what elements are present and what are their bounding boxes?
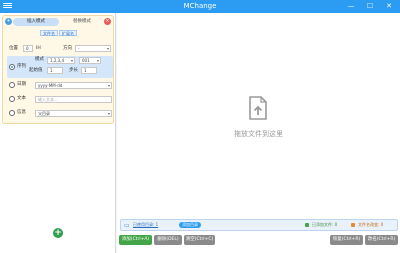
changed-files: 文件名改变: 0 (358, 222, 384, 227)
chevron-down-icon: ▾ (107, 83, 110, 88)
text-label: 文本 (17, 96, 26, 101)
chevron-down-icon: ▾ (70, 58, 73, 63)
direction-label: 方向 (63, 46, 72, 51)
close-icon[interactable]: × (104, 18, 111, 25)
add-folder-button[interactable]: 添加目录 (179, 222, 201, 228)
date-radio[interactable] (9, 82, 15, 88)
add-button[interactable]: 添加(Ctrl+A) (119, 235, 152, 245)
maximize-button[interactable]: ☐ (363, 1, 377, 12)
file-upload-icon (249, 96, 267, 120)
delete-button[interactable]: 删除(DEL) (154, 235, 182, 245)
added-files-icon (305, 223, 309, 227)
sequence-format-value: 001 (82, 58, 90, 63)
option-text[interactable]: 文本 输入文本... (7, 94, 113, 105)
add-icon[interactable]: + (5, 18, 12, 25)
minimize-button[interactable]: — (344, 1, 358, 12)
restore-button[interactable]: 恢复(Ctrl+R) (330, 235, 363, 245)
sequence-mode-label: 模式 (35, 57, 44, 62)
bottom-toolbar: 添加(Ctrl+A) 删除(DEL) 清空(Ctrl+C) 恢复(Ctrl+R)… (117, 235, 400, 247)
added-files: 已添加文件: 0 (312, 222, 338, 227)
mode-tabs: 插入模式 替换模式 (13, 18, 105, 26)
sequence-mode-value: 1,2,3,4 (50, 58, 64, 63)
direction-value: - (78, 46, 80, 51)
rename-button[interactable]: 改名(Ctrl+R) (365, 235, 398, 245)
sequence-radio[interactable] (9, 64, 15, 70)
option-sequence[interactable]: 序列 模式 1,2,3,4 ▾ 001 ▾ 起始值 1 步长 1 (7, 56, 113, 78)
position-field[interactable]: 0 (23, 45, 33, 52)
folder-icon: ▭ (124, 222, 130, 229)
drop-hint: 拖放文件到这里 (234, 130, 283, 138)
info-label: 信息 (17, 110, 26, 115)
filename-button[interactable]: 文件名 (40, 30, 58, 36)
sidebar: + × 插入模式 替换模式 文件名 扩展名 位置 0 IH 方向 - ▾ 序列 … (0, 13, 116, 253)
rule-panel: + × 插入模式 替换模式 文件名 扩展名 位置 0 IH 方向 - ▾ 序列 … (2, 15, 114, 124)
date-format-select[interactable]: yyyy-MM-dd ▾ (35, 82, 112, 89)
sequence-label: 序列 (17, 64, 26, 69)
info-radio[interactable] (9, 110, 15, 116)
info-select[interactable]: 父目录 ▾ (35, 110, 112, 117)
option-info[interactable]: 信息 父目录 ▾ (7, 108, 113, 119)
step-label: 步长 (69, 68, 78, 73)
window-title: MChange (183, 2, 217, 10)
drop-area[interactable]: 拖放文件到这里 ▭ 已使用目录: 1 添加目录 已添加文件: 0 文件名改变: … (117, 13, 400, 253)
start-value-field[interactable]: 1 (47, 67, 63, 74)
close-button[interactable]: ✕ (382, 1, 396, 12)
date-format-value: yyyy-MM-dd (38, 83, 63, 88)
direction-select[interactable]: - ▾ (75, 45, 111, 52)
sequence-format-select[interactable]: 001 ▾ (79, 57, 101, 64)
date-label: 日期 (17, 82, 26, 87)
clear-button[interactable]: 清空(Ctrl+C) (184, 235, 215, 245)
info-value: 父目录 (38, 111, 50, 116)
chevron-down-icon: ▾ (96, 58, 99, 63)
used-folders[interactable]: 已使用目录: 1 (133, 222, 158, 228)
changed-files-icon (351, 223, 355, 227)
position-unit: IH (36, 46, 41, 51)
title-bar: MChange — ☐ ✕ (0, 0, 400, 13)
tab-insert-mode[interactable]: 插入模式 (13, 18, 59, 26)
app-window: MChange — ☐ ✕ + × 插入模式 替换模式 文件名 扩展名 位置 0… (0, 0, 400, 253)
chevron-down-icon: ▾ (107, 111, 110, 116)
text-input[interactable]: 输入文本... (35, 96, 112, 103)
extension-button[interactable]: 扩展名 (59, 30, 77, 36)
add-rule-button[interactable]: + (53, 228, 63, 238)
text-radio[interactable] (9, 96, 15, 102)
chevron-down-icon: ▾ (106, 46, 109, 51)
position-label: 位置 (9, 46, 18, 51)
sequence-mode-select[interactable]: 1,2,3,4 ▾ (47, 57, 75, 64)
tab-replace-mode[interactable]: 替换模式 (59, 18, 105, 26)
option-date[interactable]: 日期 yyyy-MM-dd ▾ (7, 80, 113, 91)
status-bar: ▭ 已使用目录: 1 添加目录 已添加文件: 0 文件名改变: 0 (120, 219, 398, 231)
step-field[interactable]: 1 (81, 67, 97, 74)
start-value-label: 起始值 (29, 68, 43, 73)
